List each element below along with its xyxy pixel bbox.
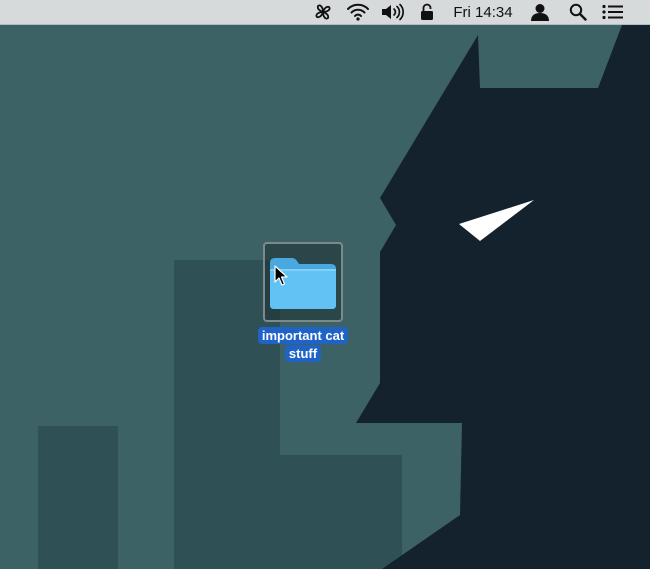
mouse-pointer-icon — [274, 265, 288, 286]
user-icon[interactable] — [528, 0, 552, 24]
volume-icon[interactable] — [378, 0, 408, 24]
menu-bar: Fri 14:34 — [0, 0, 650, 25]
lock-icon[interactable] — [416, 0, 438, 24]
menubar-clock[interactable]: Fri 14:34 — [446, 0, 520, 24]
wifi-icon[interactable] — [344, 0, 372, 24]
fan-icon[interactable] — [310, 0, 336, 24]
desktop-folder-item[interactable]: important cat stuff — [250, 241, 356, 366]
folder-label[interactable]: important cat stuff — [250, 327, 356, 363]
wallpaper-building-left — [38, 426, 118, 569]
notification-list-icon[interactable] — [600, 0, 626, 24]
search-icon[interactable] — [566, 0, 590, 24]
folder-label-text: important cat stuff — [257, 327, 349, 362]
